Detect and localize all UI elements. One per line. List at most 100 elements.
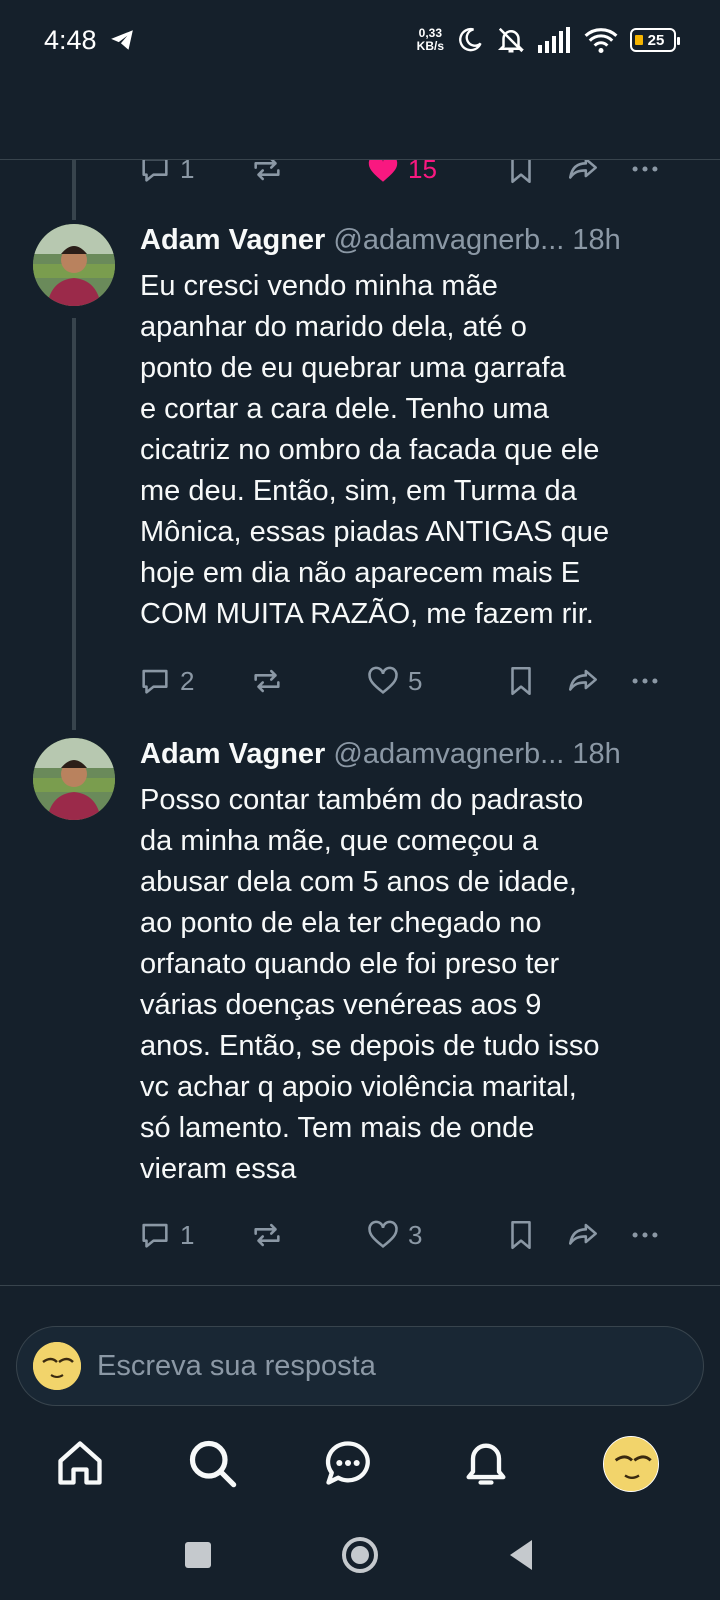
retweet-button[interactable] bbox=[250, 664, 284, 698]
text-line: COM MUITA RAZÃO, me fazem rir. bbox=[140, 598, 594, 630]
top-bar: Postagem bbox=[0, 80, 720, 160]
tweet-header: Adam Vagner @adamvagnerb... 18h bbox=[140, 738, 690, 771]
tweet-time: 18h bbox=[572, 738, 621, 770]
text-line: só lamento. Tem mais de onde bbox=[140, 1112, 535, 1144]
status-time: 4:48 bbox=[44, 24, 97, 55]
bookmark-button[interactable] bbox=[504, 664, 538, 698]
share-icon bbox=[568, 669, 598, 691]
author-handle[interactable]: @adamvagnerb... bbox=[333, 224, 564, 256]
text-line: orfanato quando ele foi preso ter bbox=[140, 948, 560, 980]
heart-icon bbox=[368, 666, 398, 694]
reply-input[interactable]: Escreva sua resposta bbox=[16, 1326, 704, 1406]
text-line: anos. Então, se depois de tudo isso bbox=[140, 1030, 600, 1062]
user-avatar-icon bbox=[604, 1437, 658, 1491]
battery-level: 25 bbox=[647, 31, 665, 49]
net-speed: 0,33 KB/s bbox=[417, 27, 444, 53]
profile-photo-icon bbox=[33, 224, 115, 306]
share-icon bbox=[568, 1223, 598, 1245]
bookmark-icon bbox=[511, 1220, 531, 1250]
reply-count: 2 bbox=[180, 665, 195, 696]
reply-icon bbox=[142, 1223, 168, 1248]
nav-search[interactable] bbox=[186, 1437, 238, 1489]
net-speed-unit: KB/s bbox=[416, 39, 444, 53]
divider bbox=[0, 1285, 720, 1286]
search-icon bbox=[189, 1440, 237, 1488]
share-button[interactable] bbox=[566, 1218, 600, 1252]
text-line: ao ponto de ela ter chegado no bbox=[140, 907, 542, 939]
more-icon bbox=[632, 1232, 658, 1238]
filter-settings-icon[interactable] bbox=[636, 98, 672, 138]
reply-icon bbox=[142, 669, 168, 694]
more-button[interactable] bbox=[628, 1218, 662, 1252]
battery-icon: 25 bbox=[630, 28, 680, 52]
text-line: e cortar a cara dele. Tenho uma bbox=[140, 393, 549, 425]
system-nav bbox=[0, 1515, 720, 1600]
nav-profile-avatar[interactable] bbox=[603, 1436, 659, 1492]
recents-icon[interactable] bbox=[176, 1533, 220, 1577]
more-icon bbox=[632, 678, 658, 684]
share-button[interactable] bbox=[566, 664, 600, 698]
reply-placeholder: Escreva sua resposta bbox=[97, 1349, 376, 1382]
reply-button[interactable]: 1 bbox=[138, 1218, 194, 1252]
heart-icon bbox=[368, 1220, 398, 1248]
page-title: Postagem bbox=[114, 100, 272, 138]
text-line: ponto de eu quebrar uma garrafa bbox=[140, 352, 566, 384]
tweet-1-actions: 2 5 bbox=[138, 664, 678, 704]
text-line: da minha mãe, que começou a bbox=[140, 825, 539, 857]
like-button[interactable]: 3 bbox=[366, 1218, 422, 1252]
text-line: vc achar q apoio violência marital, bbox=[140, 1071, 577, 1103]
text-line: Posso contar também do padrasto bbox=[140, 784, 584, 816]
user-avatar-icon bbox=[33, 1342, 81, 1390]
text-line: cicatriz no ombro da facada que ele bbox=[140, 434, 600, 466]
more-button[interactable] bbox=[628, 664, 662, 698]
nav-messages[interactable] bbox=[322, 1437, 374, 1489]
text-line: várias doenças venéreas aos 9 bbox=[140, 989, 542, 1021]
avatar[interactable] bbox=[33, 224, 115, 306]
profile-photo-icon bbox=[33, 738, 115, 820]
bookmark-icon bbox=[511, 666, 531, 696]
text-line: Mônica, essas piadas ANTIGAS que bbox=[140, 516, 610, 548]
like-count: 5 bbox=[408, 665, 423, 696]
text-line: Eu cresci vendo minha mãe bbox=[140, 270, 498, 302]
text-line: me deu. Então, sim, em Turma da bbox=[140, 475, 577, 507]
text-line: hoje em dia não aparecem mais E bbox=[140, 557, 581, 589]
retweet-icon bbox=[254, 669, 280, 693]
back-arrow-icon[interactable] bbox=[38, 102, 78, 138]
reply-button[interactable]: 2 bbox=[138, 664, 194, 698]
home-circle-icon[interactable] bbox=[338, 1533, 382, 1577]
tweet-time: 18h bbox=[572, 224, 621, 256]
back-triangle-icon[interactable] bbox=[500, 1533, 544, 1577]
wifi-icon bbox=[584, 28, 618, 54]
bottom-nav bbox=[0, 1425, 720, 1515]
retweet-icon bbox=[254, 1223, 280, 1247]
moon-icon bbox=[459, 27, 482, 52]
author-name[interactable]: Adam Vagner bbox=[140, 224, 325, 256]
author-name[interactable]: Adam Vagner bbox=[140, 738, 325, 770]
signal-icon bbox=[538, 27, 570, 53]
tweet-2-actions: 1 3 bbox=[138, 1218, 678, 1258]
home-icon bbox=[58, 1441, 102, 1485]
thread-line-middle bbox=[72, 318, 76, 730]
avatar[interactable] bbox=[33, 738, 115, 820]
notifications-icon bbox=[466, 1443, 506, 1485]
tweet-header: Adam Vagner @adamvagnerb... 18h bbox=[140, 224, 690, 257]
author-handle[interactable]: @adamvagnerb... bbox=[333, 738, 564, 770]
like-count: 3 bbox=[408, 1219, 423, 1250]
text-line: vieram essa bbox=[140, 1153, 297, 1185]
text-line: abusar dela com 5 anos de idade, bbox=[140, 866, 577, 898]
tweet-text: Posso contar também do padrasto da minha… bbox=[140, 780, 690, 1190]
mute-icon bbox=[497, 27, 525, 53]
bookmark-button[interactable] bbox=[504, 1218, 538, 1252]
reply-count: 1 bbox=[180, 1219, 195, 1250]
like-button[interactable]: 5 bbox=[366, 664, 422, 698]
tweet-text: Eu cresci vendo minha mãe apanhar do mar… bbox=[140, 266, 690, 635]
nav-notifications[interactable] bbox=[460, 1437, 512, 1489]
messages-icon bbox=[325, 1441, 370, 1485]
my-avatar bbox=[33, 1342, 81, 1390]
retweet-button[interactable] bbox=[250, 1218, 284, 1252]
telegram-icon bbox=[110, 30, 133, 50]
thread-line-top bbox=[72, 160, 76, 220]
status-bar: 4:48 0,33 KB/s 25 bbox=[0, 0, 720, 80]
nav-home[interactable] bbox=[54, 1437, 106, 1489]
text-line: apanhar do marido dela, até o bbox=[140, 311, 527, 343]
